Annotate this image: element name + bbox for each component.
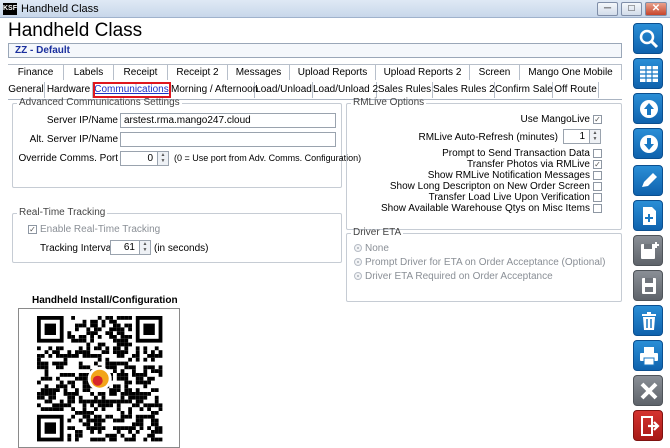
arrow-up-icon bbox=[640, 100, 658, 118]
page-title: Handheld Class bbox=[8, 20, 143, 41]
delete-icon bbox=[642, 312, 656, 330]
use-mangolive-label: Use MangoLive bbox=[520, 114, 590, 125]
real-time-tracking-legend: Real-Time Tracking bbox=[19, 207, 106, 218]
tab-receipt[interactable]: Receipt bbox=[114, 64, 168, 80]
save-as-icon bbox=[641, 242, 659, 259]
tab-communications[interactable]: Communications bbox=[93, 82, 171, 98]
tab-sales-rules-2[interactable]: Sales Rules 2 bbox=[433, 82, 495, 98]
override-port-value[interactable]: 0 bbox=[120, 151, 158, 166]
tracking-interval-unit: (in seconds) bbox=[154, 243, 209, 254]
tab-mango-one-mobile[interactable]: Mango One Mobile bbox=[520, 64, 622, 80]
delete-button[interactable] bbox=[633, 305, 663, 336]
eta-none-radio[interactable] bbox=[354, 244, 362, 252]
print-icon bbox=[640, 347, 658, 366]
alt-server-ip-label: Alt. Server IP/Name bbox=[29, 134, 118, 145]
new-document-icon bbox=[643, 207, 656, 225]
communications-panel: Advanced Communications Settings Server … bbox=[8, 97, 622, 448]
app-logo-icon: KSF bbox=[3, 3, 17, 15]
edit-button[interactable] bbox=[633, 165, 663, 196]
minimize-button[interactable]: ─ bbox=[597, 2, 618, 16]
arrow-down-icon bbox=[640, 135, 658, 153]
tab-screen[interactable]: Screen bbox=[470, 64, 520, 80]
advanced-comms-legend: Advanced Communications Settings bbox=[19, 97, 180, 108]
server-ip-input[interactable] bbox=[120, 113, 336, 128]
eta-prompt-label: Prompt Driver for ETA on Order Acceptanc… bbox=[365, 257, 606, 268]
save-button[interactable] bbox=[633, 270, 663, 301]
show-notification-checkbox[interactable] bbox=[593, 171, 602, 180]
prompt-send-transaction-checkbox[interactable] bbox=[593, 149, 602, 158]
company-bar: ZZ - Default bbox=[8, 43, 622, 58]
eta-none-label: None bbox=[365, 243, 389, 254]
move-down-button[interactable] bbox=[633, 128, 663, 159]
tab-upload-reports[interactable]: Upload Reports bbox=[290, 64, 376, 80]
tab-row-bottom: General Hardware Communications Morning … bbox=[8, 82, 599, 98]
save-icon bbox=[642, 278, 656, 294]
close-window-button[interactable]: ✕ bbox=[645, 2, 667, 16]
cancel-button[interactable] bbox=[633, 375, 663, 406]
show-warehouse-qtys-checkbox[interactable] bbox=[593, 204, 602, 213]
tracking-interval-label: Tracking Interval bbox=[40, 243, 114, 254]
rmlive-auto-refresh-arrows[interactable]: ▲ ▼ bbox=[590, 129, 601, 144]
tab-finance[interactable]: Finance bbox=[8, 64, 64, 80]
tab-labels[interactable]: Labels bbox=[64, 64, 114, 80]
save-as-button[interactable] bbox=[633, 235, 663, 266]
use-mangolive-checkbox[interactable]: ✓ bbox=[593, 115, 602, 124]
tab-load-unload-2[interactable]: Load/Unload 2 bbox=[313, 82, 378, 98]
exit-icon bbox=[641, 416, 660, 436]
new-record-button[interactable] bbox=[633, 200, 663, 231]
rmlive-auto-refresh-label: RMLive Auto-Refresh (minutes) bbox=[418, 132, 559, 143]
grid-view-button[interactable] bbox=[633, 58, 663, 89]
tab-general[interactable]: General bbox=[8, 82, 45, 98]
exit-button[interactable] bbox=[633, 410, 663, 441]
window-titlebar: KSF Handheld Class ─ □ ✕ bbox=[0, 0, 670, 18]
search-icon bbox=[639, 29, 659, 49]
eta-prompt-radio[interactable] bbox=[354, 258, 362, 266]
tab-load-unload[interactable]: Load/Unload bbox=[255, 82, 313, 98]
move-up-button[interactable] bbox=[633, 93, 663, 124]
tab-receipt-2[interactable]: Receipt 2 bbox=[168, 64, 228, 80]
tab-upload-reports-2[interactable]: Upload Reports 2 bbox=[376, 64, 470, 80]
install-qr-code-frame bbox=[18, 308, 180, 448]
window-title: Handheld Class bbox=[21, 3, 99, 15]
transfer-photos-checkbox[interactable]: ✓ bbox=[593, 160, 602, 169]
override-port-hint: (0 = Use port from Adv. Comms. Configura… bbox=[174, 153, 362, 163]
show-long-description-checkbox[interactable] bbox=[593, 182, 602, 191]
transfer-load-live-checkbox[interactable] bbox=[593, 193, 602, 202]
eta-required-radio[interactable] bbox=[354, 272, 362, 280]
main-content: Handheld Class ZZ - Default Finance Labe… bbox=[0, 19, 628, 448]
print-button[interactable] bbox=[633, 340, 663, 371]
enable-tracking-checkbox[interactable]: ✓ bbox=[28, 225, 37, 234]
grid-icon bbox=[640, 66, 658, 82]
install-qr-code bbox=[37, 316, 163, 442]
rmlive-options-legend: RMLive Options bbox=[353, 97, 425, 108]
search-button[interactable] bbox=[633, 23, 663, 54]
override-port-arrows[interactable]: ▲ ▼ bbox=[158, 151, 169, 166]
tab-messages[interactable]: Messages bbox=[228, 64, 290, 80]
enable-tracking-label: Enable Real-Time Tracking bbox=[40, 224, 161, 235]
override-port-label: Override Comms. Port bbox=[18, 153, 118, 164]
tab-morning-afternoon[interactable]: Morning / Afternoon bbox=[171, 82, 258, 98]
tab-confirm-sale[interactable]: Confirm Sale bbox=[495, 82, 553, 98]
show-warehouse-qtys-label: Show Available Warehouse Qtys on Misc It… bbox=[381, 203, 590, 214]
tracking-interval-value[interactable]: 61 bbox=[110, 240, 140, 255]
eta-required-label: Driver ETA Required on Order Acceptance bbox=[365, 271, 553, 282]
tab-row-top: Finance Labels Receipt Receipt 2 Message… bbox=[8, 64, 622, 80]
driver-eta-legend: Driver ETA bbox=[353, 227, 402, 238]
alt-server-ip-input[interactable] bbox=[120, 132, 336, 147]
edit-icon bbox=[642, 173, 657, 187]
install-config-label: Handheld Install/Configuration bbox=[32, 295, 178, 306]
maximize-button[interactable]: □ bbox=[621, 2, 642, 16]
tab-off-route[interactable]: Off Route bbox=[553, 82, 599, 98]
server-ip-label: Server IP/Name bbox=[46, 115, 118, 126]
rmlive-auto-refresh-value[interactable]: 1 bbox=[563, 129, 590, 144]
tab-sales-rules[interactable]: Sales Rules bbox=[377, 82, 433, 98]
tab-hardware[interactable]: Hardware bbox=[45, 82, 93, 98]
action-toolbar bbox=[628, 19, 670, 448]
tracking-interval-arrows[interactable]: ▲ ▼ bbox=[140, 240, 151, 255]
cancel-icon bbox=[640, 382, 658, 400]
